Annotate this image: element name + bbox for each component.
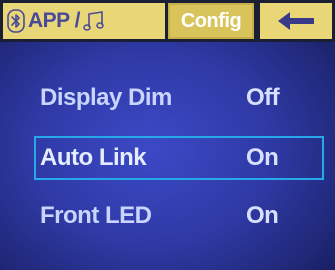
- back-button[interactable]: [260, 3, 332, 39]
- menu-item-label: Auto Link: [40, 144, 147, 171]
- tab-bar: APP / Config: [0, 0, 335, 42]
- tab-config-label: Config: [180, 9, 242, 32]
- menu-item-value: Off: [246, 84, 280, 111]
- bluetooth-icon: [7, 9, 25, 33]
- menu-item-front-led[interactable]: Front LED On: [34, 194, 324, 238]
- tab-app[interactable]: APP /: [3, 3, 165, 39]
- music-note-icon: [83, 11, 104, 31]
- tab-app-label: APP /: [28, 9, 80, 32]
- menu-item-label: Display Dim: [40, 84, 172, 111]
- menu-item-display-dim[interactable]: Display Dim Off: [34, 76, 324, 120]
- tab-config[interactable]: Config: [168, 3, 254, 39]
- device-screen: APP / Config Display Dim Off Auto Link O…: [0, 0, 335, 270]
- back-arrow-icon: [278, 12, 314, 30]
- menu-item-auto-link[interactable]: Auto Link On: [34, 136, 324, 180]
- menu-item-value: On: [246, 144, 279, 171]
- menu-item-value: On: [246, 202, 279, 229]
- menu-item-label: Front LED: [40, 202, 152, 229]
